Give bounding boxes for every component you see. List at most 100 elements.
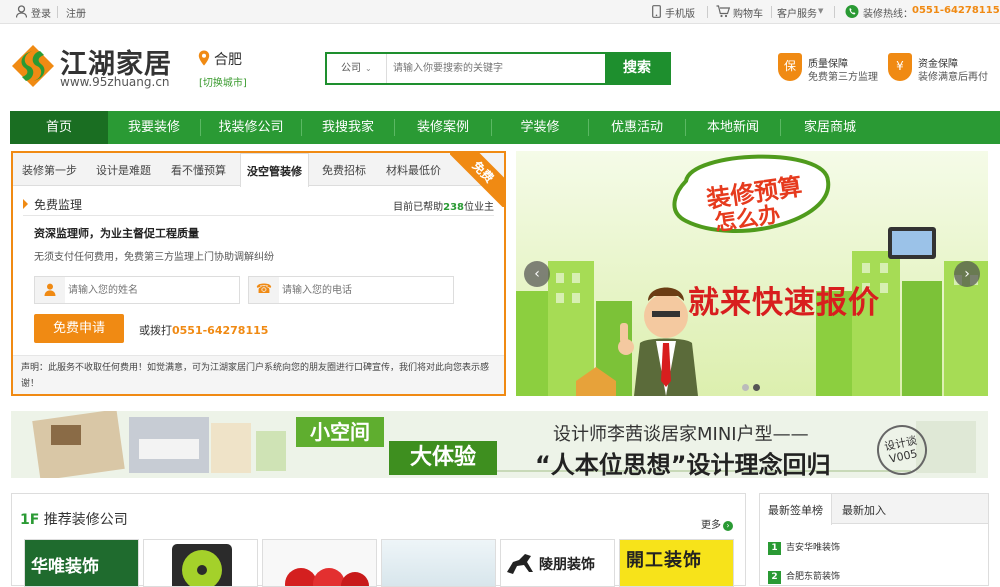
ad-word-big-experience: 大体验 (389, 441, 497, 475)
ranking-panel: 最新签单榜 最新加入 1 吉安华唯装饰 2 合肥东箭装饰 (759, 493, 989, 586)
divider (23, 215, 494, 216)
chevron-down-icon: ⌄ (365, 64, 372, 73)
nav-item-mall[interactable]: 家居商城 (781, 111, 879, 144)
section-heading-label: 免费监理 (34, 198, 83, 212)
search-input[interactable] (389, 54, 604, 83)
service-tabs: 装修第一步 设计是难题 看不懂预算 没空管装修 免费招标 材料最低价 (13, 153, 504, 187)
guarantee-subtitle: 装修满意后再付 (918, 72, 988, 83)
company-logo-card[interactable] (381, 539, 496, 587)
company-logo-card[interactable]: 開工装饰 (619, 539, 734, 587)
helped-count: 目前已帮助238位业主 (393, 198, 494, 213)
hotline-number: 0551-64278115 (912, 5, 1000, 16)
service-title: 资深监理师，为业主督促工程质量 (34, 227, 199, 240)
tab-supervision[interactable]: 没空管装修 (240, 153, 309, 187)
count-value: 238 (443, 202, 464, 213)
count-prefix: 目前已帮助 (393, 202, 444, 213)
nav-item-learn[interactable]: 学装修 (492, 111, 588, 144)
nav-item-renovate[interactable]: 我要装修 (108, 111, 200, 144)
hotline-label: 装修热线： (863, 9, 913, 20)
divider (771, 6, 772, 18)
cart-link[interactable]: 购物车 (733, 5, 763, 20)
divider (834, 6, 835, 18)
hero-banner[interactable]: 装修预算 怎么办 就来快速报价 ‹ › (516, 151, 988, 396)
company-logo-card[interactable]: 陵朋装饰 (500, 539, 615, 587)
ad-subtitle: “人本位思想”设计理念回归 (535, 451, 831, 478)
company-logo-text: 陵朋装饰 (539, 557, 595, 573)
disclaimer-note: 声明：此服务不收取任何费用！如觉满意，可为江湖家居门户系统向您的朋友圈进行口碑宣… (13, 355, 504, 394)
current-city: 合肥 (214, 52, 242, 68)
ad-word-small-space: 小空间 (296, 417, 384, 447)
ad-illustration (32, 411, 976, 478)
search-button[interactable]: 搜索 (605, 54, 669, 83)
shield-icon: 保 (778, 53, 802, 81)
nav-item-find-company[interactable]: 找装修公司 (201, 111, 301, 144)
tab-free-bidding[interactable]: 免费招标 (322, 162, 366, 178)
nav-item-news[interactable]: 本地新闻 (686, 111, 780, 144)
ranking-tabs: 最新签单榜 最新加入 (760, 494, 988, 525)
company-name: 吉安华唯装饰 (786, 543, 841, 553)
fan-logo-icon (172, 544, 232, 586)
name-field[interactable] (34, 276, 240, 304)
tab-budget[interactable]: 看不懂预算 (171, 162, 226, 178)
tab-latest-joined[interactable]: 最新加入 (842, 502, 886, 518)
nav-item-cases[interactable]: 装修案例 (395, 111, 491, 144)
register-link[interactable]: 注册 (66, 5, 86, 20)
user-icon (16, 5, 27, 18)
logo-icon[interactable] (10, 43, 56, 89)
call-number: 或拨打0551-64278115 (139, 322, 268, 338)
search-category-select[interactable]: 公司 ⌄ (327, 54, 387, 83)
location-pin-icon (198, 50, 210, 66)
carousel-dot[interactable] (742, 384, 749, 391)
tab-lowest-material[interactable]: 材料最低价 (386, 162, 441, 178)
phone-field[interactable]: ☎ (248, 276, 454, 304)
company-logo-card[interactable]: 华唯装饰 (24, 539, 139, 587)
promo-ad-banner[interactable]: 小空间 大体验 设计师李茜谈居家MINI户型—— “人本位思想”设计理念回归 设… (11, 411, 988, 478)
horse-logo-icon (507, 554, 533, 574)
chevron-down-icon: ▼ (818, 7, 824, 15)
divider (707, 6, 708, 18)
call-prefix: 或拨打 (139, 324, 172, 337)
guarantee-subtitle: 免费第三方监理 (808, 72, 878, 83)
call-number-value: 0551-64278115 (172, 324, 269, 337)
name-input[interactable] (68, 277, 233, 303)
apple-logo-icon (285, 568, 369, 586)
triangle-icon (23, 199, 28, 209)
company-logo-card[interactable] (143, 539, 258, 587)
free-apply-button[interactable]: 免费申请 (34, 314, 124, 343)
logo-url: www.95zhuang.cn (60, 75, 170, 89)
section-heading: 免费监理 (23, 196, 82, 213)
carousel-next-button[interactable]: › (954, 261, 980, 287)
banner-slogan: 就来快速报价 (688, 285, 880, 321)
carousel-dot-active[interactable] (753, 384, 760, 391)
floor-title: 推荐装修公司 (43, 512, 128, 528)
carousel-dots (742, 380, 764, 394)
nav-item-promotions[interactable]: 优惠活动 (589, 111, 685, 144)
floor-number: 1F (20, 512, 40, 528)
section-title: 1F 推荐装修公司 (20, 509, 128, 529)
ad-title: 设计师李茜谈居家MINI户型—— (553, 424, 809, 445)
switch-city-link[interactable]: [切换城市] (199, 74, 247, 89)
carousel-prev-button[interactable]: ‹ (524, 261, 550, 287)
phone-icon (845, 5, 859, 18)
mobile-link[interactable]: 手机版 (665, 5, 695, 20)
phone-input[interactable] (282, 277, 447, 303)
more-link[interactable]: 更多 › (701, 516, 733, 531)
tab-latest-contracts[interactable]: 最新签单榜 (760, 494, 832, 525)
customer-service-menu[interactable]: 客户服务 (777, 5, 817, 20)
nav-item-home[interactable]: 首页 (10, 111, 108, 144)
person-icon (35, 277, 65, 303)
search-bar: 公司 ⌄ 搜索 (325, 52, 671, 85)
company-name: 合肥东箭装饰 (786, 572, 841, 582)
company-logo-text: 開工装饰 (626, 550, 702, 571)
login-link[interactable]: 登录 (31, 5, 51, 20)
site-header: 江湖家居 www.95zhuang.cn 合肥 [切换城市] 公司⌄ 搜索 保 … (0, 25, 1000, 111)
company-logo-card[interactable] (262, 539, 377, 587)
list-item[interactable]: 1 吉安华唯装饰 (768, 540, 840, 555)
mobile-icon (652, 5, 661, 18)
tab-design[interactable]: 设计是难题 (96, 162, 151, 178)
telephone-icon: ☎ (249, 277, 279, 303)
list-item[interactable]: 2 合肥东箭装饰 (768, 569, 840, 584)
recommended-companies-section: 1F 推荐装修公司 更多 › 华唯装饰 陵朋装饰 開工装饰 (11, 493, 746, 587)
nav-item-my-home[interactable]: 我搜我家 (302, 111, 394, 144)
tab-first-step[interactable]: 装修第一步 (22, 162, 77, 178)
